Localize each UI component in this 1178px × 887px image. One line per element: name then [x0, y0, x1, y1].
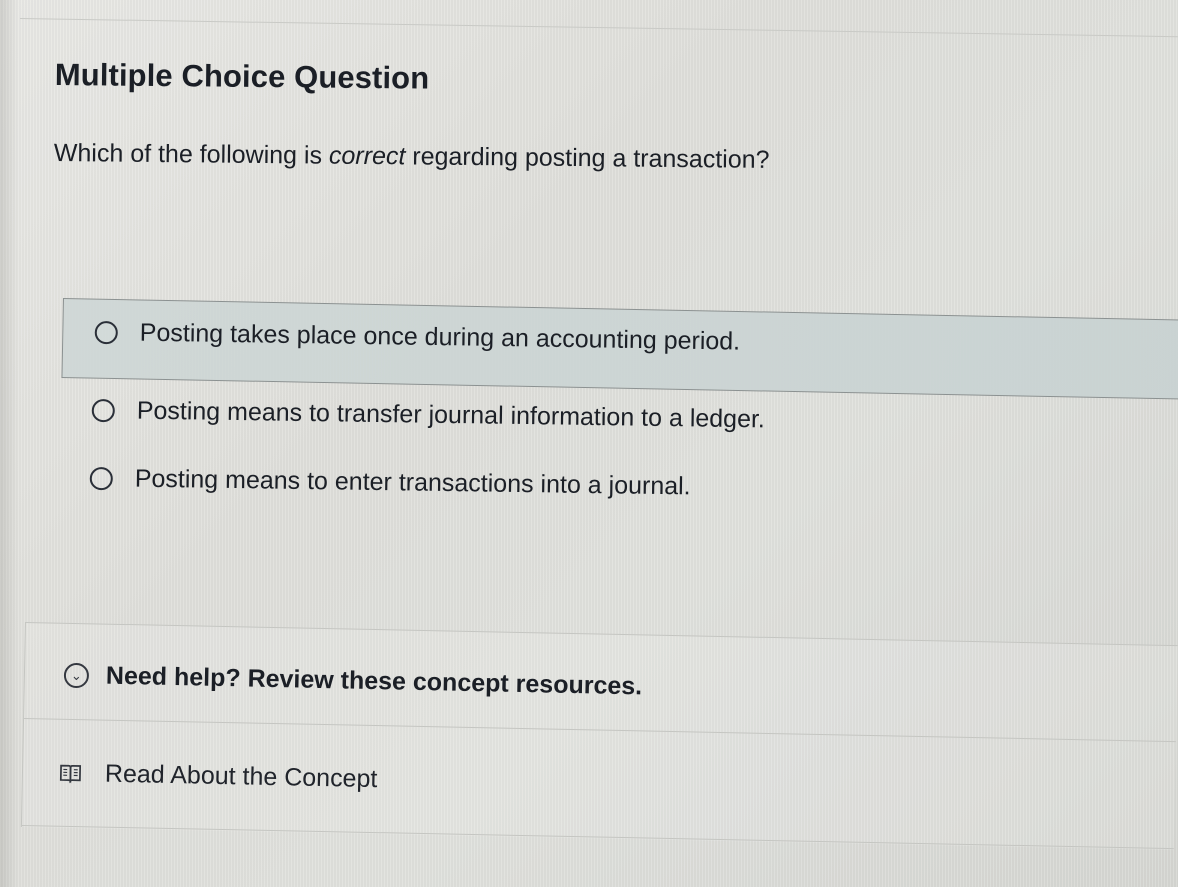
answer-option-label: Posting means to transfer journal inform…	[136, 396, 766, 434]
chevron-down-circle-icon[interactable]: ⌄	[63, 662, 90, 689]
question-prompt-start: Which of the following is	[53, 139, 330, 170]
answer-option-label: Posting means to enter transactions into…	[134, 464, 691, 501]
question-heading: Multiple Choice Question	[54, 57, 430, 96]
resources-divider	[24, 718, 1176, 743]
concept-resources-panel: ⌄ Need help? Review these concept resour…	[20, 622, 1178, 851]
page-edge-shadow	[0, 0, 18, 887]
answer-option-2[interactable]: Posting means to transfer journal inform…	[91, 396, 766, 434]
read-about-concept-label: Read About the Concept	[104, 759, 378, 794]
need-help-label: Need help? Review these concept resource…	[105, 661, 643, 701]
radio-button-icon[interactable]	[91, 398, 115, 423]
resources-bottom-divider	[21, 824, 1174, 850]
top-divider	[19, 18, 1178, 38]
radio-button-icon[interactable]	[94, 320, 118, 345]
question-prompt-end: regarding posting a transaction?	[405, 142, 770, 174]
need-help-toggle[interactable]: ⌄ Need help? Review these concept resour…	[63, 661, 643, 702]
read-about-concept-link[interactable]: Read About the Concept	[59, 759, 378, 794]
radio-button-icon[interactable]	[89, 466, 113, 491]
answer-option-3[interactable]: Posting means to enter transactions into…	[89, 464, 691, 501]
book-icon	[59, 764, 82, 784]
question-prompt: Which of the following is correct regard…	[54, 139, 770, 175]
question-prompt-emphasis: correct	[328, 141, 406, 171]
